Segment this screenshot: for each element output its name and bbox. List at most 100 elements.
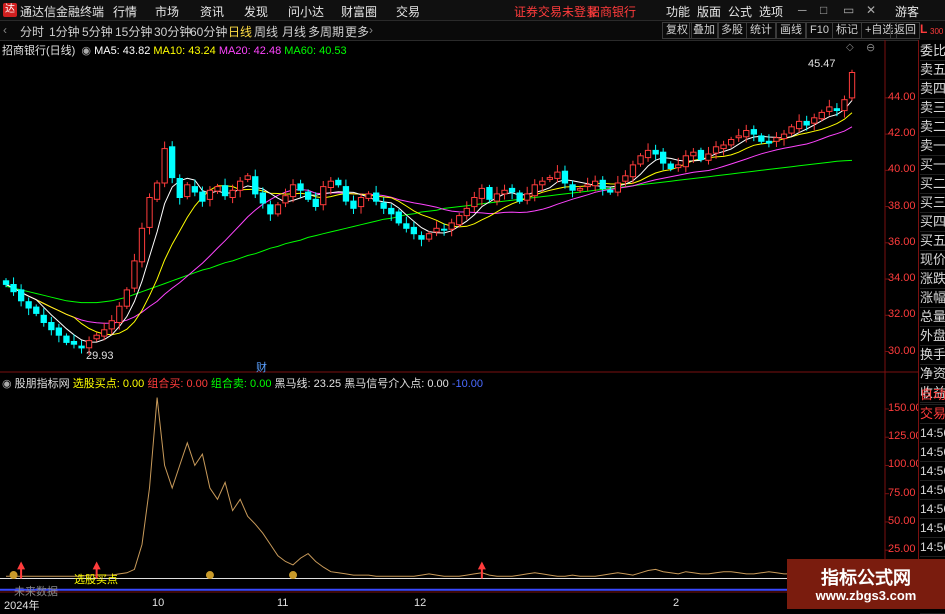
quote-row-label: 买五 <box>920 232 945 251</box>
period-more[interactable]: 更多 <box>345 23 369 40</box>
candle-body <box>554 171 561 179</box>
trade-time: 14:56 <box>920 500 945 519</box>
candle-body <box>524 193 531 201</box>
candle-body <box>206 189 214 200</box>
trade-tab-label[interactable]: 交易 <box>920 405 945 424</box>
candle-body <box>229 189 236 199</box>
watermark-line1: 指标公式网 <box>821 568 911 588</box>
buy-arrow-head <box>92 561 101 570</box>
menu-wenxiaoda[interactable]: 问小达 <box>288 3 324 20</box>
close-icon[interactable]: ✕ <box>866 3 876 17</box>
candle-body <box>33 306 40 314</box>
candle-body <box>380 202 387 209</box>
candle-body <box>508 187 516 193</box>
legend-combo-buy: 组合买: 0.00 <box>147 378 208 390</box>
menu-jiaoyi[interactable]: 交易 <box>396 3 420 20</box>
candle-body <box>584 184 591 188</box>
btn-fuquan[interactable]: 复权 <box>662 22 692 39</box>
expand-icon[interactable]: ⊖ <box>866 41 875 54</box>
candle-body <box>85 340 93 349</box>
menu-gongshi[interactable]: 公式 <box>728 3 752 20</box>
candle-body <box>780 133 788 140</box>
btn-biaoji[interactable]: 标记 <box>832 22 862 39</box>
indicator-tick-label: 25.00 <box>888 543 916 556</box>
corner-code: 300 <box>930 27 944 36</box>
buy-point-label: 选股买点 <box>74 574 118 586</box>
period-multi[interactable]: 多周期 <box>308 23 344 40</box>
candle-body <box>320 186 327 206</box>
indicator-legend: ◉ 股朋指标网 选股买点: 0.00 组合买: 0.00 组合卖: 0.00 黑… <box>2 375 483 390</box>
quote-row-label: 卖四 <box>920 80 945 99</box>
settings-dot-icon[interactable]: ◉ <box>81 45 91 57</box>
quote-row-label: 买四 <box>920 213 945 232</box>
period-daily[interactable]: 日线 <box>228 23 252 40</box>
candle-body <box>660 151 667 164</box>
menu-hangqing[interactable]: 行情 <box>113 3 137 20</box>
period-15min[interactable]: 15分钟 <box>115 23 152 40</box>
diamond-icon[interactable]: ◇ <box>846 42 854 53</box>
candle-body <box>388 207 395 215</box>
indicator-tick-label: 75.00 <box>888 486 916 499</box>
legend-ma20: MA20: 42.48 <box>218 45 282 57</box>
candle-body <box>622 175 629 182</box>
period-60min[interactable]: 60分钟 <box>190 23 227 40</box>
menu-shichang[interactable]: 市场 <box>155 3 179 20</box>
menu-banmian[interactable]: 版面 <box>697 3 721 20</box>
period-weekly[interactable]: 周线 <box>254 23 278 40</box>
candle-body <box>652 149 659 155</box>
candle-body <box>214 186 221 192</box>
candle-body <box>395 211 402 224</box>
candle-body <box>252 176 259 195</box>
price-tick-label: 32.00 <box>888 308 916 321</box>
menu-gongneng[interactable]: 功能 <box>666 3 690 20</box>
minimize-icon[interactable]: ─ <box>798 3 807 17</box>
candle-body <box>40 314 47 323</box>
candle-body <box>493 193 501 202</box>
corner-letter: L <box>920 22 928 36</box>
quote-row-label: 总量 <box>920 308 945 327</box>
candle-body <box>637 155 644 165</box>
period-30min[interactable]: 30分钟 <box>154 23 191 40</box>
guest-label[interactable]: 游客 <box>895 3 919 20</box>
chevron-left-icon[interactable]: ‹ <box>3 23 7 37</box>
btn-diejia[interactable]: 叠加 <box>689 22 719 39</box>
price-max-label: 45.47 <box>808 58 836 70</box>
quote-row-label: 涨跌 <box>920 270 945 289</box>
btn-tongji[interactable]: 统计 <box>746 22 776 39</box>
btn-huaxian[interactable]: 画线 <box>776 22 806 39</box>
quote-row-label: 净资 <box>920 365 945 384</box>
indicator-name[interactable]: 股朋指标网 <box>15 378 70 390</box>
candle-body <box>297 183 304 191</box>
candle-body <box>289 184 297 198</box>
menu-zixun[interactable]: 资讯 <box>200 3 224 20</box>
period-5min[interactable]: 5分钟 <box>82 23 113 40</box>
money-bag-icon <box>9 571 18 580</box>
period-monthly[interactable]: 月线 <box>282 23 306 40</box>
btn-back[interactable]: 返回 <box>890 22 920 39</box>
price-tick-label: 44.00 <box>888 90 916 103</box>
legend-dark-signal: 黑马信号介入点: 0.00 <box>344 378 449 390</box>
trade-time: 14:56 <box>920 481 945 500</box>
maximize-icon[interactable]: □ <box>820 3 827 17</box>
candle-body <box>18 289 25 302</box>
price-tick-label: 30.00 <box>888 344 916 357</box>
date-label-feb: 2 <box>673 597 680 609</box>
trade-tab-label[interactable]: 自动 <box>920 386 945 405</box>
btn-f10[interactable]: F10 <box>806 22 833 39</box>
chevron-right-icon[interactable]: › <box>369 23 373 37</box>
kline-chart[interactable] <box>0 40 918 609</box>
candle-body <box>2 280 10 285</box>
btn-duogu[interactable]: 多股 <box>717 22 747 39</box>
period-fenshi[interactable]: 分时 <box>20 23 44 40</box>
period-1min[interactable]: 1分钟 <box>49 23 80 40</box>
menu-caifuquan[interactable]: 财富圈 <box>341 3 377 20</box>
finance-marker[interactable]: 财 <box>256 359 267 375</box>
candle-body <box>531 184 538 197</box>
login-alert[interactable]: 证券交易未登录 <box>514 3 598 20</box>
restore-icon[interactable]: ▭ <box>843 3 854 17</box>
menu-xuanxiang[interactable]: 选项 <box>759 3 783 20</box>
candle-body <box>191 186 198 193</box>
candle-body <box>70 341 78 345</box>
indicator-settings-icon[interactable]: ◉ <box>2 378 12 390</box>
menu-faxian[interactable]: 发现 <box>244 3 268 20</box>
